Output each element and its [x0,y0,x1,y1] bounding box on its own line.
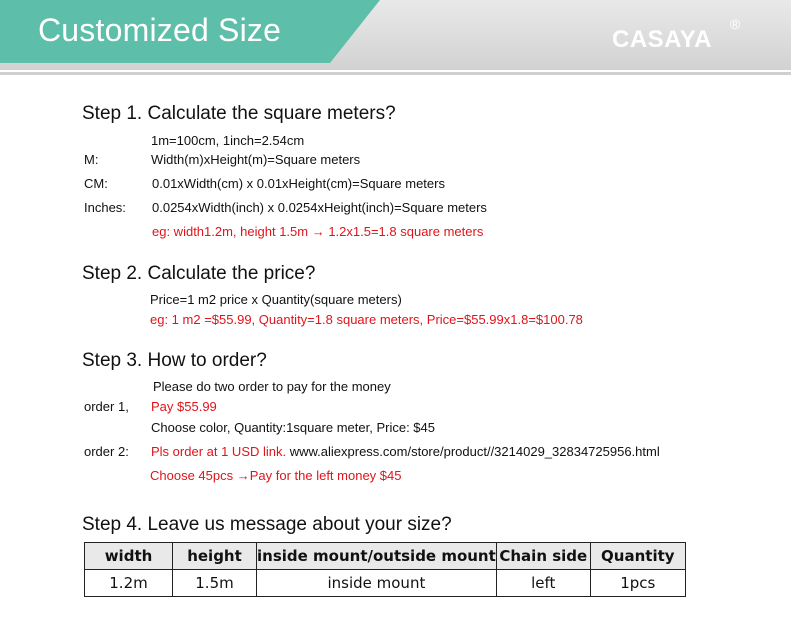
table-row: 1.2m 1.5m inside mount left 1pcs [84,569,686,597]
step3-intro: Please do two order to pay for the money [153,379,391,394]
step1-cm-formula: 0.01xWidth(cm) x 0.01xHeight(cm)=Square … [152,176,445,191]
order2-label: order 2: [84,444,129,459]
step1-cm-label: CM: [84,176,108,191]
table-header-row: width height inside mount/outside mount … [84,542,686,570]
order2-instruction: Pls order at 1 USD link. [151,444,287,459]
header-banner: Customized Size CASAYA ® [0,0,791,77]
step4-title: Step 4. Leave us message about your size… [82,514,452,535]
step1-m-formula: Width(m)xHeight(m)=Square meters [151,152,361,167]
header-chain-side: Chain side [495,542,591,570]
order2-product-link[interactable]: www.aliexpress.com/store/product//321402… [286,444,660,459]
page-title: Customized Size [38,12,282,48]
header-quantity: Quantity [589,542,686,570]
brand-logo: CASAYA [612,26,712,53]
order2-line: Pls order at 1 USD link. www.aliexpress.… [151,444,660,459]
step3-title: Step 3. How to order? [82,350,267,371]
header-divider [0,72,791,75]
step1-m-label: M: [84,152,99,167]
order1-pay: Pay $55.99 [151,399,217,414]
size-table: width height inside mount/outside mount … [84,542,686,597]
step2-title: Step 2. Calculate the price? [82,263,316,284]
header-mount: inside mount/outside mount [256,542,497,570]
cell-mount: inside mount [256,569,497,597]
step1-title: Step 1. Calculate the square meters? [82,103,396,124]
header-height: height [172,542,257,570]
cell-chain-side: left [495,569,591,597]
step1-conversion: 1m=100cm, 1inch=2.54cm [151,133,305,148]
step1-example: eg: width1.2m, height 1.5m → 1.2x1.5=1.8… [152,224,484,239]
order1-label: order 1, [84,399,129,414]
cell-height: 1.5m [172,569,257,597]
cell-width: 1.2m [84,569,173,597]
step2-formula: Price=1 m2 price x Quantity(square meter… [150,292,402,307]
step2-example: eg: 1 m2 =$55.99, Quantity=1.8 square me… [150,312,583,327]
header-width: width [84,542,173,570]
step1-inches-formula: 0.0254xWidth(inch) x 0.0254xHeight(inch)… [152,200,487,215]
step1-inches-label: Inches: [84,200,126,215]
cell-quantity: 1pcs [589,569,686,597]
registered-mark: ® [730,16,741,32]
order2-note: Choose 45pcs →Pay for the left money $45 [150,468,402,483]
order1-description: Choose color, Quantity:1square meter, Pr… [151,420,435,435]
